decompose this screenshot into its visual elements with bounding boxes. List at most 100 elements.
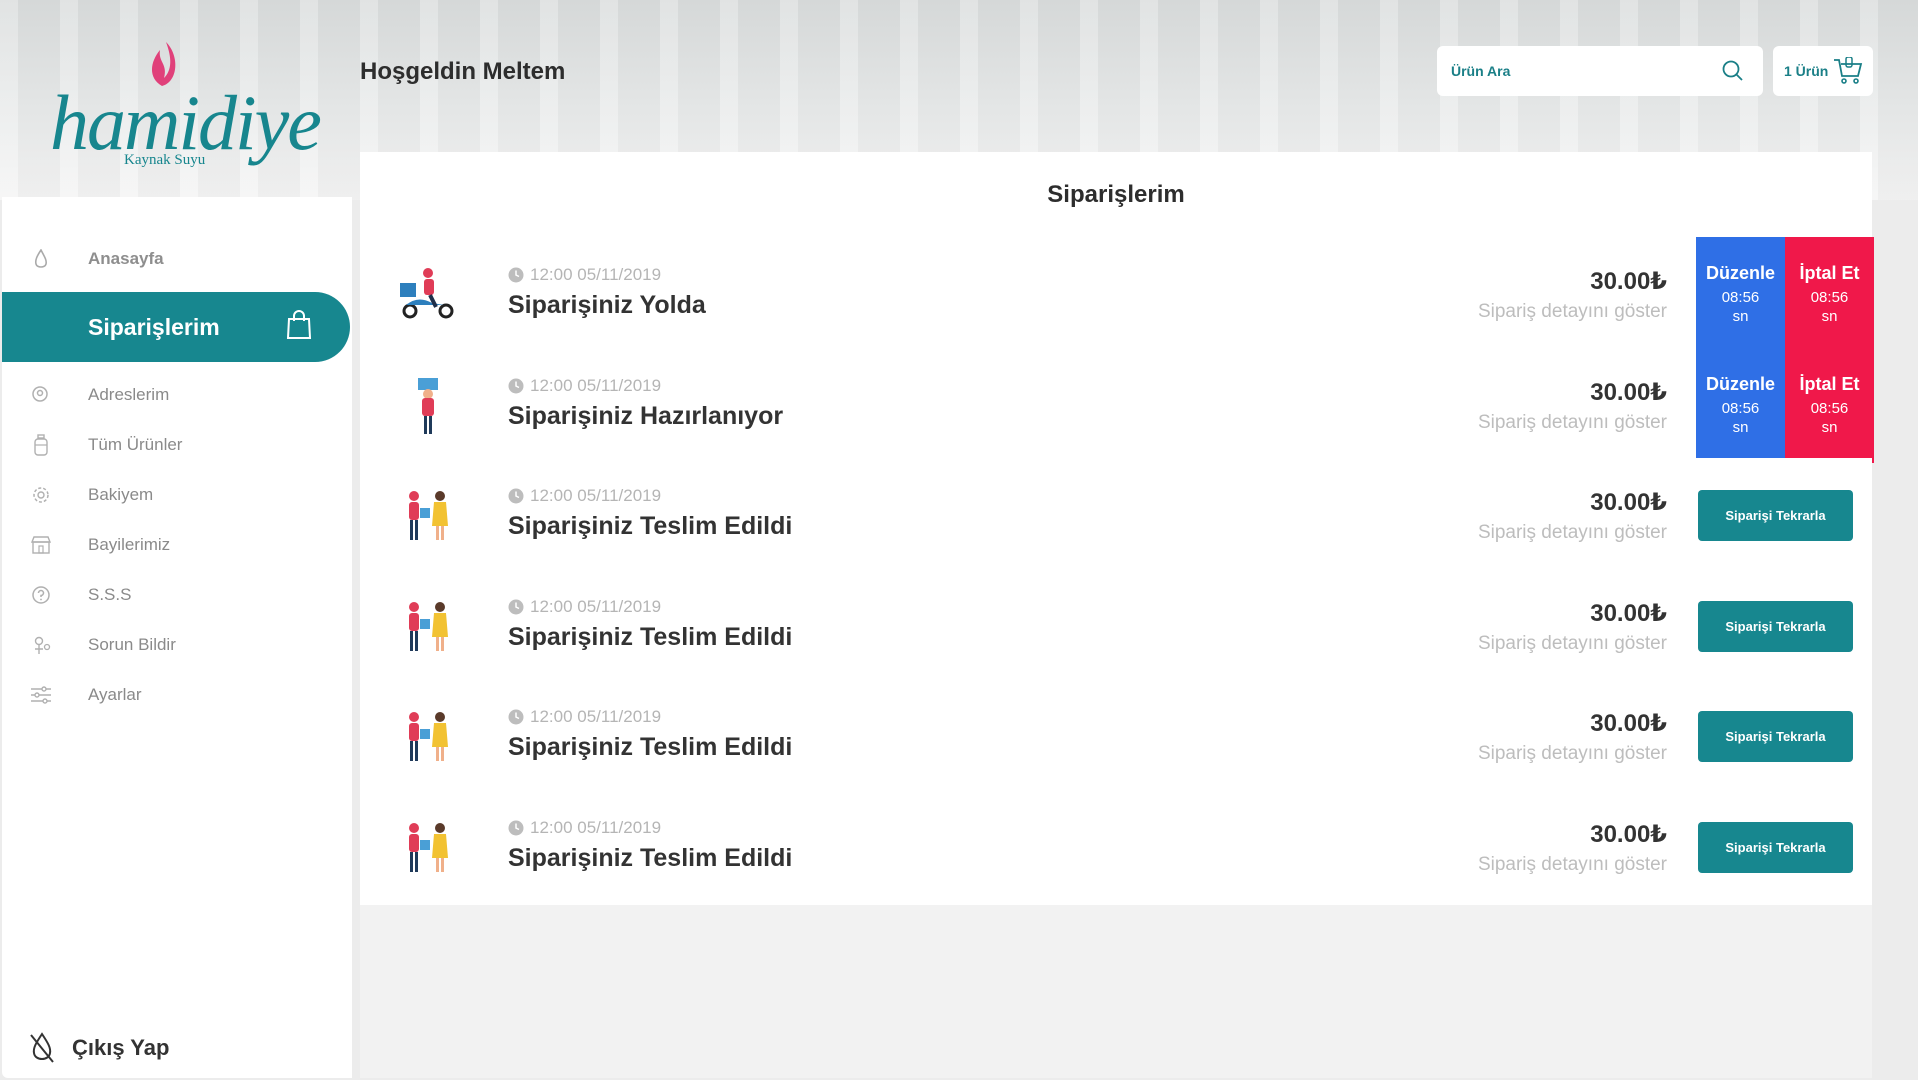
order-status: Siparişiniz Teslim Edildi xyxy=(508,733,793,761)
cancel-order-button[interactable]: İptal Et 08:56 sn xyxy=(1785,348,1874,463)
welcome-title: Hoşgeldin Meltem xyxy=(360,58,566,85)
clock-icon xyxy=(508,267,524,283)
edit-order-button[interactable]: Düzenle 08:56 sn xyxy=(1696,237,1785,352)
order-detail-link[interactable]: Sipariş detayını göster xyxy=(1478,854,1667,876)
order-time: 12:00 05/11/2019 xyxy=(508,818,661,838)
clock-icon xyxy=(508,820,524,836)
sidebar-item-siparislerim[interactable]: Siparişlerim xyxy=(2,292,350,362)
order-time-text: 12:00 05/11/2019 xyxy=(530,486,662,505)
sidebar-item-label: Bayilerimiz xyxy=(88,535,171,554)
clock-icon xyxy=(508,488,524,504)
shopping-bag-icon xyxy=(286,310,312,339)
order-row[interactable]: 12:00 05/11/2019 Siparişiniz Yolda 30.00… xyxy=(360,237,1874,352)
order-row[interactable]: 12:00 05/11/2019 Siparişiniz Teslim Edil… xyxy=(360,458,1872,573)
brand-tagline: Kaynak Suyu xyxy=(124,152,206,168)
edit-timer: 08:56 xyxy=(1721,400,1760,417)
sidebar-item-label: Anasayfa xyxy=(88,249,164,268)
sidebar-item-label: Siparişlerim xyxy=(88,313,220,340)
sidebar-item-sss[interactable]: S.S.S xyxy=(2,570,352,620)
order-row[interactable]: 12:00 05/11/2019 Siparişiniz Teslim Edil… xyxy=(360,679,1872,794)
order-status: Siparişiniz Teslim Edildi xyxy=(508,512,793,540)
order-row[interactable]: 12:00 05/11/2019 Siparişiniz Teslim Edil… xyxy=(360,569,1872,684)
delivery-scooter-icon xyxy=(398,265,458,325)
order-time: 12:00 05/11/2019 xyxy=(508,597,661,617)
order-detail-link[interactable]: Sipariş detayını göster xyxy=(1478,633,1667,655)
sidebar-item-label: Ayarlar xyxy=(88,685,142,704)
edit-order-button[interactable]: Düzenle 08:56 sn xyxy=(1696,348,1785,463)
report-icon xyxy=(30,634,52,656)
sidebar-item-label: Bakiyem xyxy=(88,485,154,504)
repeat-order-button[interactable]: Siparişi Tekrarla xyxy=(1698,822,1853,873)
order-price: 30.00₺ xyxy=(1590,489,1667,516)
page-title: Siparişlerim xyxy=(360,152,1872,237)
bottle-icon xyxy=(30,434,52,456)
order-row[interactable]: 12:00 05/11/2019 Siparişiniz Teslim Edil… xyxy=(360,790,1872,905)
app-frame: hamidiye Kaynak Suyu Anasayfa Siparişler… xyxy=(2,2,1916,1078)
sidebar-item-anasayfa[interactable]: Anasayfa xyxy=(2,234,352,284)
cancel-label: İptal Et xyxy=(1799,374,1860,394)
search-icon[interactable] xyxy=(1721,59,1745,83)
handover-icon xyxy=(398,486,458,546)
clock-icon xyxy=(508,599,524,615)
sidebar-item-label: Adreslerim xyxy=(88,385,170,404)
question-icon xyxy=(30,584,52,606)
shopping-cart-icon xyxy=(1834,57,1863,84)
repeat-order-button[interactable]: Siparişi Tekrarla xyxy=(1698,490,1853,541)
brand-logo[interactable]: hamidiye Kaynak Suyu xyxy=(42,38,322,178)
edit-timer: 08:56 xyxy=(1721,289,1760,306)
orders-panel: Siparişlerim 12:00 05/11/2019 Siparişini… xyxy=(360,152,1874,1078)
drop-off-icon xyxy=(30,1032,54,1063)
sidebar-item-adreslerim[interactable]: Adreslerim xyxy=(2,370,352,420)
sidebar-item-sorun-bildir[interactable]: Sorun Bildir xyxy=(2,620,352,670)
clock-icon xyxy=(508,378,524,394)
order-price: 30.00₺ xyxy=(1590,379,1667,406)
store-icon xyxy=(30,534,52,556)
cancel-order-button[interactable]: İptal Et 08:56 sn xyxy=(1785,237,1874,352)
order-status: Siparişiniz Yolda xyxy=(508,291,706,319)
order-time-text: 12:00 05/11/2019 xyxy=(530,376,662,395)
cart-count-label: 1 Ürün xyxy=(1784,63,1829,79)
edit-timer-unit: sn xyxy=(1732,308,1749,325)
order-detail-link[interactable]: Sipariş detayını göster xyxy=(1478,743,1667,765)
order-detail-link[interactable]: Sipariş detayını göster xyxy=(1478,301,1667,323)
repeat-order-button[interactable]: Siparişi Tekrarla xyxy=(1698,711,1853,762)
settings-sliders-icon xyxy=(30,684,52,706)
cancel-timer: 08:56 xyxy=(1810,400,1849,417)
order-price: 30.00₺ xyxy=(1590,600,1667,627)
order-time-text: 12:00 05/11/2019 xyxy=(530,597,662,616)
order-row[interactable]: 12:00 05/11/2019 Siparişiniz Hazırlanıyo… xyxy=(360,348,1874,463)
clock-icon xyxy=(508,709,524,725)
edit-timer-unit: sn xyxy=(1732,419,1749,436)
edit-label: Düzenle xyxy=(1705,374,1775,394)
courier-carrying-icon xyxy=(398,376,458,436)
sidebar-item-label: S.S.S xyxy=(88,585,132,604)
sidebar-item-bakiyem[interactable]: Bakiyem xyxy=(2,470,352,520)
cart-button[interactable]: 1 Ürün xyxy=(1773,46,1873,96)
order-detail-link[interactable]: Sipariş detayını göster xyxy=(1478,412,1667,434)
order-time-text: 12:00 05/11/2019 xyxy=(530,707,662,726)
search-input[interactable] xyxy=(1451,58,1711,84)
location-icon xyxy=(30,384,52,406)
wallet-icon xyxy=(30,484,52,506)
handover-icon xyxy=(398,818,458,878)
logout-label: Çıkış Yap xyxy=(72,1035,170,1060)
sidebar-item-tum-urunler[interactable]: Tüm Ürünler xyxy=(2,420,352,470)
order-time: 12:00 05/11/2019 xyxy=(508,265,661,285)
order-time-text: 12:00 05/11/2019 xyxy=(530,265,662,284)
drop-icon xyxy=(30,248,52,270)
search-box xyxy=(1437,46,1763,96)
edit-label: Düzenle xyxy=(1705,263,1775,283)
logout-button[interactable]: Çıkış Yap xyxy=(28,1032,169,1064)
repeat-order-button[interactable]: Siparişi Tekrarla xyxy=(1698,601,1853,652)
sidebar-item-label: Sorun Bildir xyxy=(88,635,176,654)
sidebar-item-bayilerimiz[interactable]: Bayilerimiz xyxy=(2,520,352,570)
cancel-timer-unit: sn xyxy=(1821,419,1838,436)
handover-icon xyxy=(398,707,458,767)
sidebar: hamidiye Kaynak Suyu Anasayfa Siparişler… xyxy=(2,2,352,1078)
handover-icon xyxy=(398,597,458,657)
order-price: 30.00₺ xyxy=(1590,268,1667,295)
order-detail-link[interactable]: Sipariş detayını göster xyxy=(1478,522,1667,544)
sidebar-nav: Anasayfa Siparişlerim Adreslerim Tüm Ürü… xyxy=(2,234,352,720)
sidebar-item-ayarlar[interactable]: Ayarlar xyxy=(2,670,352,720)
order-status: Siparişiniz Hazırlanıyor xyxy=(508,402,784,430)
